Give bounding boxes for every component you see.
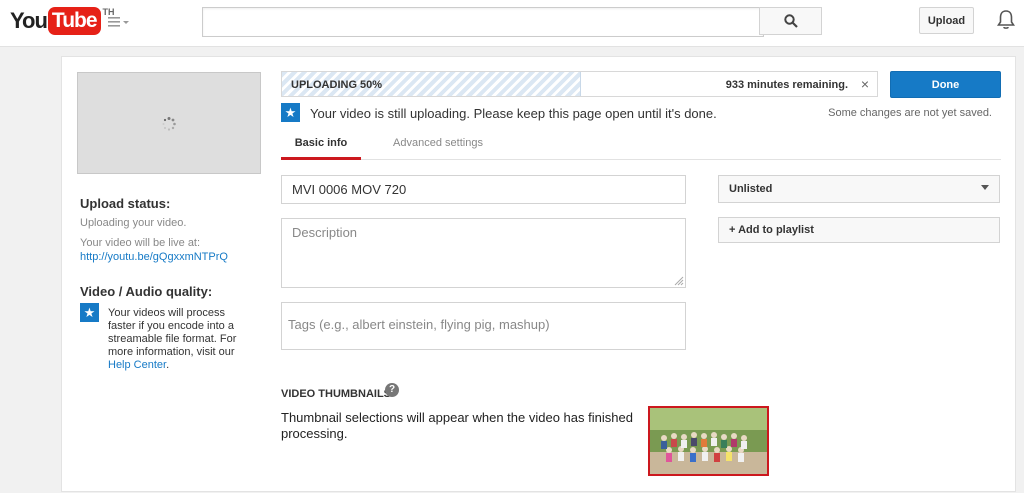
search-input[interactable] bbox=[202, 7, 764, 37]
video-thumbnails-heading: VIDEO THUMBNAILS bbox=[281, 388, 391, 400]
loading-spinner-icon bbox=[161, 116, 177, 132]
add-to-playlist-label: + Add to playlist bbox=[729, 224, 814, 236]
live-at-label: Your video will be live at: bbox=[80, 237, 201, 249]
caret-down-icon bbox=[981, 185, 989, 190]
star-info-icon: ★ bbox=[80, 303, 99, 322]
logo-tube-text: Tube bbox=[47, 7, 101, 35]
video-thumbnail-image[interactable] bbox=[648, 406, 769, 476]
tabs-divider bbox=[281, 159, 1001, 160]
description-placeholder: Description bbox=[292, 225, 358, 240]
tags-placeholder: Tags (e.g., albert einstein, flying pig,… bbox=[288, 317, 550, 332]
notifications-bell-icon[interactable] bbox=[996, 9, 1016, 31]
search-icon bbox=[783, 14, 798, 28]
tab-basic-info[interactable]: Basic info bbox=[281, 136, 361, 160]
tab-advanced-settings[interactable]: Advanced settings bbox=[381, 136, 495, 156]
quality-info-body: Your videos will process faster if you e… bbox=[108, 307, 237, 358]
title-value: MVI 0006 MOV 720 bbox=[292, 182, 407, 197]
help-icon[interactable]: ? bbox=[385, 383, 399, 397]
time-remaining: 933 minutes remaining. bbox=[725, 79, 848, 91]
resize-grip-icon[interactable] bbox=[672, 273, 684, 286]
video-link[interactable]: http://youtu.be/gQgxxmNTPrQ bbox=[80, 251, 228, 263]
star-info-icon: ★ bbox=[281, 103, 300, 122]
cancel-upload-close-icon[interactable]: × bbox=[858, 77, 872, 91]
done-button[interactable]: Done bbox=[890, 71, 1001, 98]
guide-menu-icon[interactable] bbox=[108, 14, 132, 30]
quality-info-text: Your videos will process faster if you e… bbox=[108, 307, 248, 372]
privacy-value: Unlisted bbox=[729, 183, 773, 195]
search-button[interactable] bbox=[759, 7, 822, 35]
logo-you-text: You bbox=[10, 8, 48, 33]
upload-notice-text: Your video is still uploading. Please ke… bbox=[310, 106, 717, 121]
upload-status-text: Uploading your video. bbox=[80, 217, 187, 229]
youtube-logo[interactable]: You Tube TH bbox=[10, 6, 115, 36]
upload-button[interactable]: Upload bbox=[919, 7, 974, 34]
thumbnails-info-text: Thumbnail selections will appear when th… bbox=[281, 410, 633, 441]
upload-progress-label: UPLOADING 50% bbox=[291, 79, 383, 91]
unsaved-changes-text: Some changes are not yet saved. bbox=[828, 107, 992, 119]
quality-heading: Video / Audio quality: bbox=[80, 284, 213, 299]
upload-status-heading: Upload status: bbox=[80, 196, 171, 211]
period: . bbox=[166, 359, 170, 371]
help-center-link[interactable]: Help Center bbox=[108, 359, 166, 371]
